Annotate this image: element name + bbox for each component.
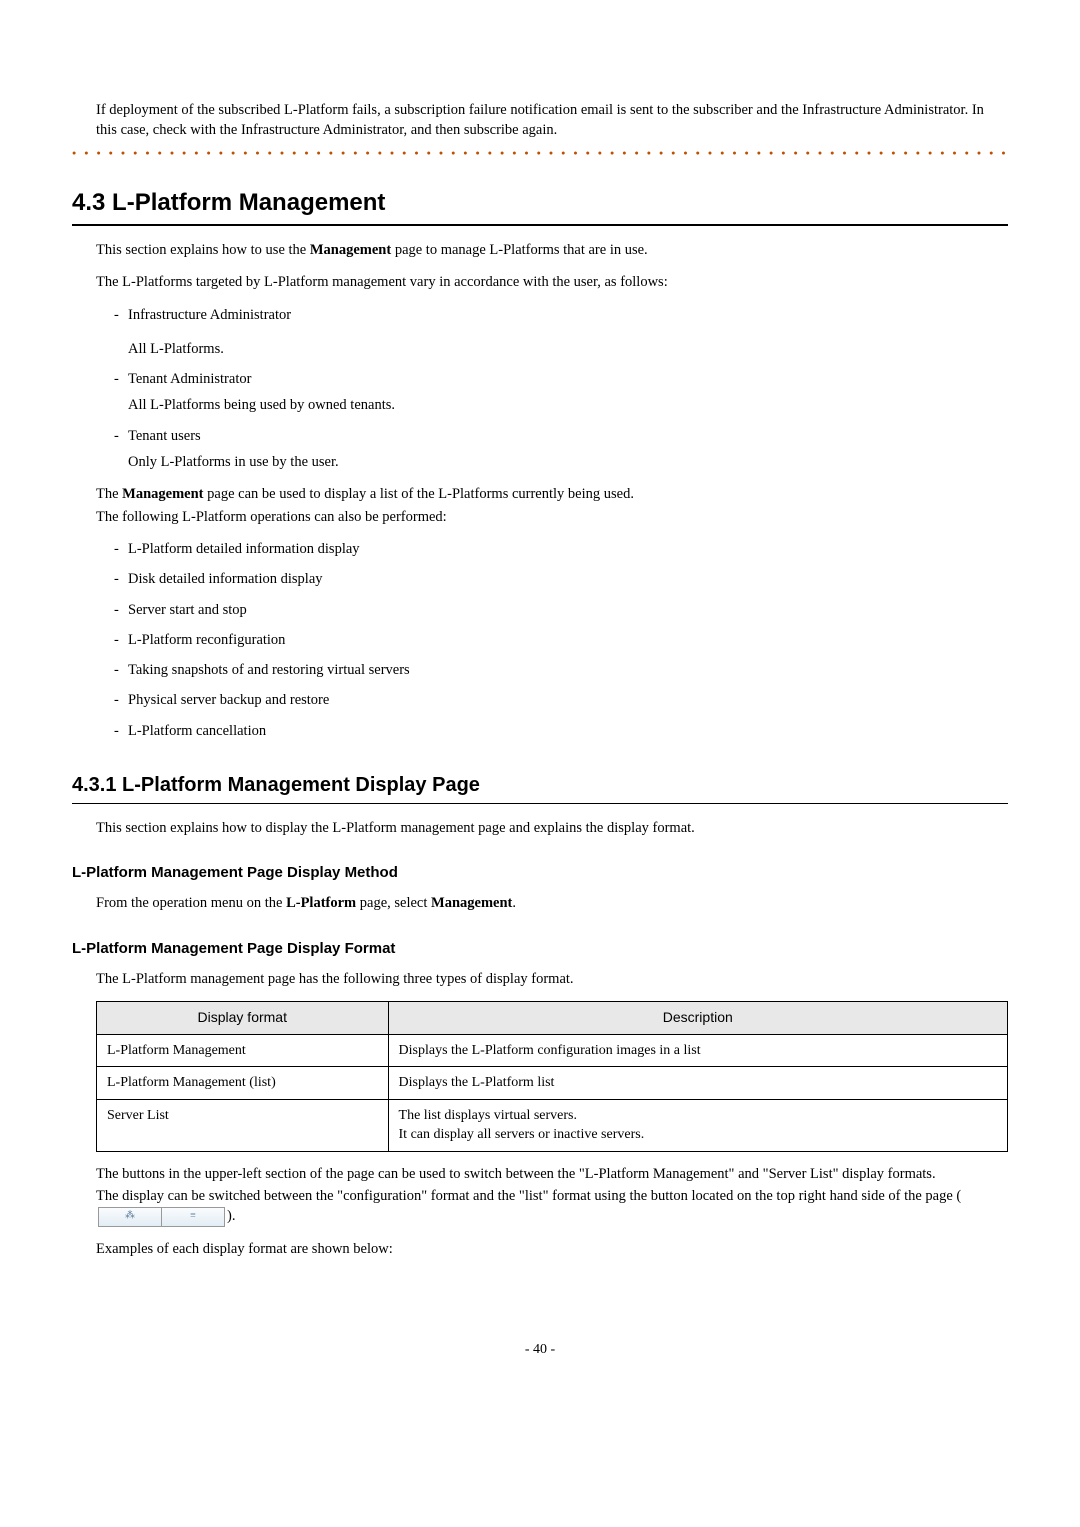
after-table-1: The buttons in the upper-left section of…	[96, 1164, 1008, 1184]
mgmt-para-2: The following L-Platform operations can …	[96, 507, 1008, 527]
heading-display-format: L-Platform Management Page Display Forma…	[72, 938, 1008, 959]
list-item: L-Platform cancellation	[114, 721, 1008, 741]
table-header: Description	[388, 1001, 1007, 1034]
table-row: L-Platform Management (list) Displays th…	[97, 1067, 1008, 1100]
display-format-table: Display format Description L-Platform Ma…	[96, 1001, 1008, 1152]
after-table-3: Examples of each display format are show…	[96, 1239, 1008, 1259]
heading-display-method: L-Platform Management Page Display Metho…	[72, 862, 1008, 883]
table-row: Server List The list displays virtual se…	[97, 1099, 1008, 1151]
list-item: L-Platform detailed information display	[114, 539, 1008, 559]
list-item: Tenant Administrator All L-Platforms bei…	[114, 369, 1008, 416]
page-number: - 40 -	[72, 1340, 1008, 1360]
targets-list: Infrastructure Administrator All L-Platf…	[96, 305, 1008, 473]
list-item: Infrastructure Administrator All L-Platf…	[114, 305, 1008, 360]
after-table-2: The display can be switched between the …	[96, 1186, 1008, 1227]
list-view-icon[interactable]: ≡	[162, 1207, 225, 1227]
heading-4-3: 4.3 L-Platform Management	[72, 186, 1008, 226]
list-item: Tenant users Only L-Platforms in use by …	[114, 426, 1008, 473]
subsection-intro: This section explains how to display the…	[96, 818, 1008, 838]
list-item: Disk detailed information display	[114, 569, 1008, 589]
list-item: L-Platform reconfiguration	[114, 630, 1008, 650]
table-header: Display format	[97, 1001, 389, 1034]
list-item: Taking snapshots of and restoring virtua…	[114, 660, 1008, 680]
note-paragraph: If deployment of the subscribed L-Platfo…	[96, 100, 1008, 141]
list-item: Server start and stop	[114, 600, 1008, 620]
display-method-text: From the operation menu on the L-Platfor…	[96, 893, 1008, 913]
dotted-separator: ●●●●●●●●●●●●●●●●●●●●●●●●●●●●●●●●●●●●●●●●…	[72, 149, 1008, 159]
list-item: Physical server backup and restore	[114, 690, 1008, 710]
section-intro: This section explains how to use the Man…	[96, 240, 1008, 260]
config-view-icon[interactable]: ⁂	[98, 1207, 162, 1227]
view-toggle[interactable]: ⁂≡	[98, 1207, 225, 1228]
targets-intro: The L-Platforms targeted by L-Platform m…	[96, 272, 1008, 292]
display-format-intro: The L-Platform management page has the f…	[96, 969, 1008, 989]
heading-4-3-1: 4.3.1 L-Platform Management Display Page	[72, 771, 1008, 804]
ops-list: L-Platform detailed information display …	[96, 539, 1008, 741]
table-row: L-Platform Management Displays the L-Pla…	[97, 1034, 1008, 1067]
mgmt-para: The Management page can be used to displ…	[96, 484, 1008, 504]
